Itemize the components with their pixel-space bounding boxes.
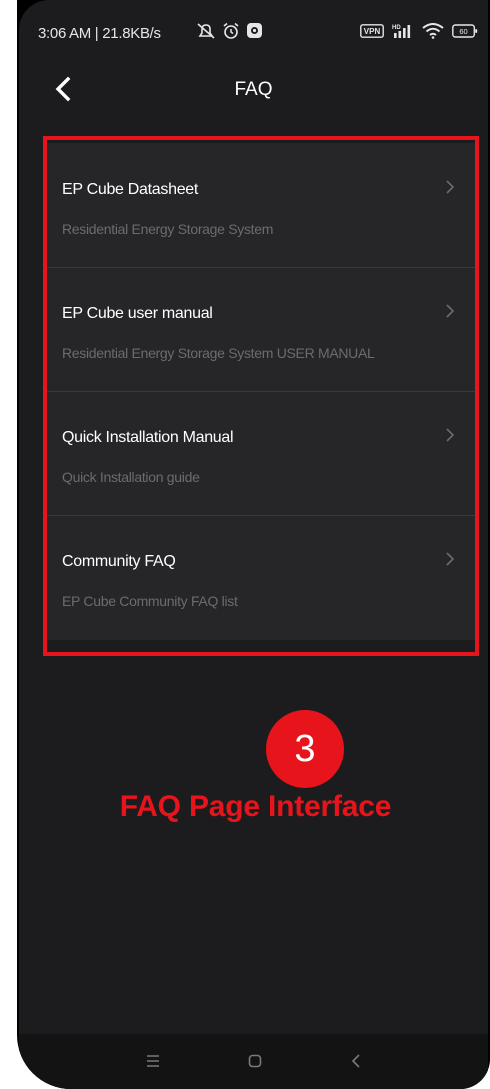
menu-icon [147, 1055, 159, 1067]
back-icon [351, 1054, 360, 1068]
faq-item-community-faq[interactable]: Community FAQ EP Cube Community FAQ list [45, 515, 478, 639]
faq-item-title: EP Cube Datasheet [62, 181, 199, 198]
svg-text:HD: HD [392, 25, 401, 31]
vpn-icon: VPN [360, 24, 384, 38]
system-back-button[interactable] [343, 1048, 369, 1074]
faq-item-datasheet[interactable]: EP Cube Datasheet Residential Energy Sto… [45, 143, 478, 267]
top-nav-bar: FAQ [19, 66, 488, 114]
chevron-right-icon [446, 304, 455, 318]
faq-item-subtitle: EP Cube Community FAQ list [62, 593, 238, 609]
vpn-label: VPN [364, 27, 381, 36]
home-icon [248, 1054, 262, 1068]
step-number-badge: 3 [266, 710, 344, 788]
status-time-network: 3:06 AM | 21.8KB/s [38, 25, 161, 42]
recent-apps-button[interactable] [140, 1048, 166, 1074]
faq-item-title: Community FAQ [62, 553, 176, 570]
faq-item-title: EP Cube user manual [62, 305, 213, 322]
faq-item-quick-installation[interactable]: Quick Installation Manual Quick Installa… [45, 391, 478, 515]
faq-item-user-manual[interactable]: EP Cube user manual Residential Energy S… [45, 267, 478, 391]
app-icon [247, 23, 262, 38]
chevron-right-icon [446, 428, 455, 442]
home-button[interactable] [242, 1048, 268, 1074]
chevron-right-icon [446, 180, 455, 194]
wifi-icon [422, 23, 444, 39]
status-icons-right: VPN HD 60 [360, 23, 478, 39]
phone-frame: 3:06 AM | 21.8KB/s VPN HD 60 FAQ EP Cube… [17, 0, 490, 1089]
faq-item-subtitle: Quick Installation guide [62, 469, 200, 485]
battery-level: 60 [459, 27, 467, 36]
faq-item-title: Quick Installation Manual [62, 429, 234, 446]
annotation-caption: FAQ Page Interface [119, 790, 392, 823]
battery-icon: 60 [452, 24, 478, 38]
system-nav-bar [19, 1034, 488, 1089]
faq-list: EP Cube Datasheet Residential Energy Sto… [45, 143, 478, 640]
faq-item-subtitle: Residential Energy Storage System [62, 221, 274, 237]
status-bar: 3:06 AM | 21.8KB/s VPN HD 60 [19, 0, 488, 66]
hd-signal-icon: HD [392, 25, 411, 38]
faq-item-subtitle: Residential Energy Storage System USER M… [62, 345, 375, 361]
chevron-right-icon [446, 552, 455, 566]
page-title: FAQ [234, 79, 273, 100]
alarm-icon [223, 22, 239, 39]
screen: 3:06 AM | 21.8KB/s VPN HD 60 FAQ EP Cube… [19, 0, 488, 1089]
notifications-off-icon [197, 23, 215, 39]
status-icons-left [196, 22, 263, 40]
